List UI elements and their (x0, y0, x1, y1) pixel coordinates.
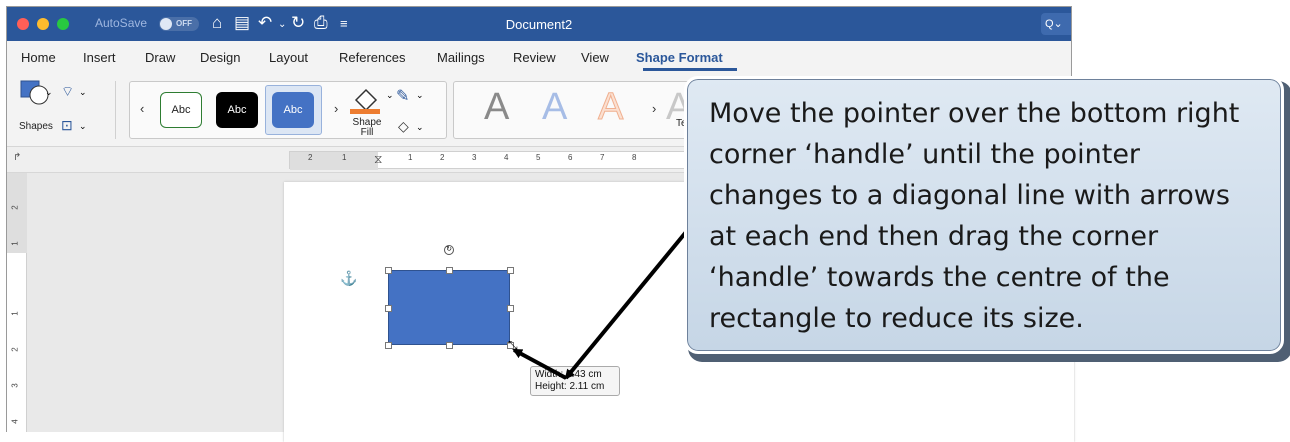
resize-handle-top-left[interactable] (385, 267, 392, 274)
wordart-style-grey[interactable]: A (484, 86, 509, 129)
resize-handle-right[interactable] (507, 305, 514, 312)
shape-fill-icon[interactable] (348, 84, 388, 114)
blue-rectangle-shape[interactable] (388, 270, 510, 345)
vruler-number: 2 (10, 347, 20, 352)
ruler-margin (290, 152, 378, 170)
shape-style-blue[interactable]: Abc (272, 92, 314, 128)
text-box-icon[interactable]: ⊡ (61, 117, 73, 134)
text-box-dropdown-icon[interactable]: ⌄ (79, 121, 87, 132)
tab-design[interactable]: Design (200, 50, 240, 65)
ruler-number: 4 (504, 153, 509, 162)
resize-handle-bottom-left[interactable] (385, 342, 392, 349)
vruler-number: 1 (10, 241, 20, 246)
shape-style-black[interactable]: Abc (216, 92, 258, 128)
callout-text: Move the pointer over the bottom right c… (709, 98, 1240, 334)
shape-fill-label: Shape Fill (352, 117, 382, 138)
vruler-number: 4 (10, 419, 20, 424)
vruler-number: 3 (10, 383, 20, 388)
size-tooltip: Width: 3.43 cm Height: 2.11 cm (530, 366, 620, 396)
resize-handle-left[interactable] (385, 305, 392, 312)
search-button[interactable]: Q⌄ (1041, 13, 1071, 35)
wordart-style-blue[interactable]: A (542, 86, 567, 129)
tab-mailings[interactable]: Mailings (437, 50, 485, 65)
resize-handle-top-right[interactable] (507, 267, 514, 274)
ruler-number: 8 (632, 153, 637, 162)
tab-stop-icon[interactable]: ↱ (13, 152, 21, 163)
document-title: Document2 (505, 17, 573, 32)
ruler-number: 2 (440, 153, 445, 162)
tab-references[interactable]: References (339, 50, 405, 65)
ruler-number: 1 (408, 153, 413, 162)
shape-outline-icon[interactable]: ✎ (396, 86, 409, 106)
tab-view[interactable]: View (581, 50, 609, 65)
shape-effects-icon[interactable]: ◇ (398, 118, 409, 135)
edit-shape-icon[interactable]: ⌔ (61, 83, 74, 101)
shape-outline-dropdown-icon[interactable]: ⌄ (416, 90, 424, 101)
ruler-number: 3 (472, 153, 477, 162)
resize-cursor-icon: ⤡ (508, 338, 518, 352)
tab-layout[interactable]: Layout (269, 50, 308, 65)
tab-review[interactable]: Review (513, 50, 556, 65)
resize-handle-bottom[interactable] (446, 342, 453, 349)
ruler-number: 7 (600, 153, 605, 162)
shape-style-outline[interactable]: Abc (160, 92, 202, 128)
tab-shape-format[interactable]: Shape Format (636, 50, 723, 65)
ruler-number: 5 (536, 153, 541, 162)
active-tab-indicator (643, 68, 737, 71)
vruler-number: 2 (10, 205, 20, 210)
vruler-number: 1 (10, 311, 20, 316)
shapes-label: Shapes (19, 121, 53, 132)
ruler-number: 1 (342, 153, 347, 162)
edit-shape-dropdown-icon[interactable]: ⌄ (79, 87, 87, 98)
ruler-number: 2 (308, 153, 313, 162)
shape-styles-gallery: ‹ Abc Abc Abc › ⌄ ✎ ⌄ Shape Fill ◇ ⌄ (129, 81, 447, 139)
tab-insert[interactable]: Insert (83, 50, 116, 65)
shape-effects-dropdown-icon[interactable]: ⌄ (416, 122, 424, 133)
gallery-right-icon[interactable]: › (334, 101, 338, 116)
wordart-right-icon[interactable]: › (652, 101, 656, 116)
indent-marker-icon[interactable]: ⧖ (374, 152, 382, 167)
shapes-dropdown-icon[interactable]: ⌄ (45, 87, 53, 98)
vertical-ruler[interactable]: 2 1 1 2 3 4 (7, 173, 27, 432)
anchor-icon: ⚓ (340, 270, 358, 286)
gallery-left-icon[interactable]: ‹ (140, 101, 144, 116)
wordart-gallery: A A A › A Te (453, 81, 693, 139)
tooltip-height: Height: 2.11 cm (535, 381, 605, 392)
ribbon-separator (115, 81, 116, 139)
ruler-number: 6 (568, 153, 573, 162)
shape-fill-dropdown-icon[interactable]: ⌄ (386, 90, 394, 101)
title-bar: AutoSave OFF ⌂ ▤ ↶ ⌄ ↻ ⎙ ≡ Document2 Q⌄ (7, 7, 1071, 41)
instruction-callout: Move the pointer over the bottom right c… (684, 76, 1284, 354)
tooltip-width: Width: 3.43 cm (535, 369, 602, 380)
rotate-handle-icon[interactable]: ↻ (444, 245, 454, 255)
tab-home[interactable]: Home (21, 50, 56, 65)
wordart-style-orange[interactable]: A (597, 86, 623, 129)
ribbon-tabs: Home Insert Draw Design Layout Reference… (7, 41, 1071, 73)
tab-draw[interactable]: Draw (145, 50, 175, 65)
resize-handle-top[interactable] (446, 267, 453, 274)
